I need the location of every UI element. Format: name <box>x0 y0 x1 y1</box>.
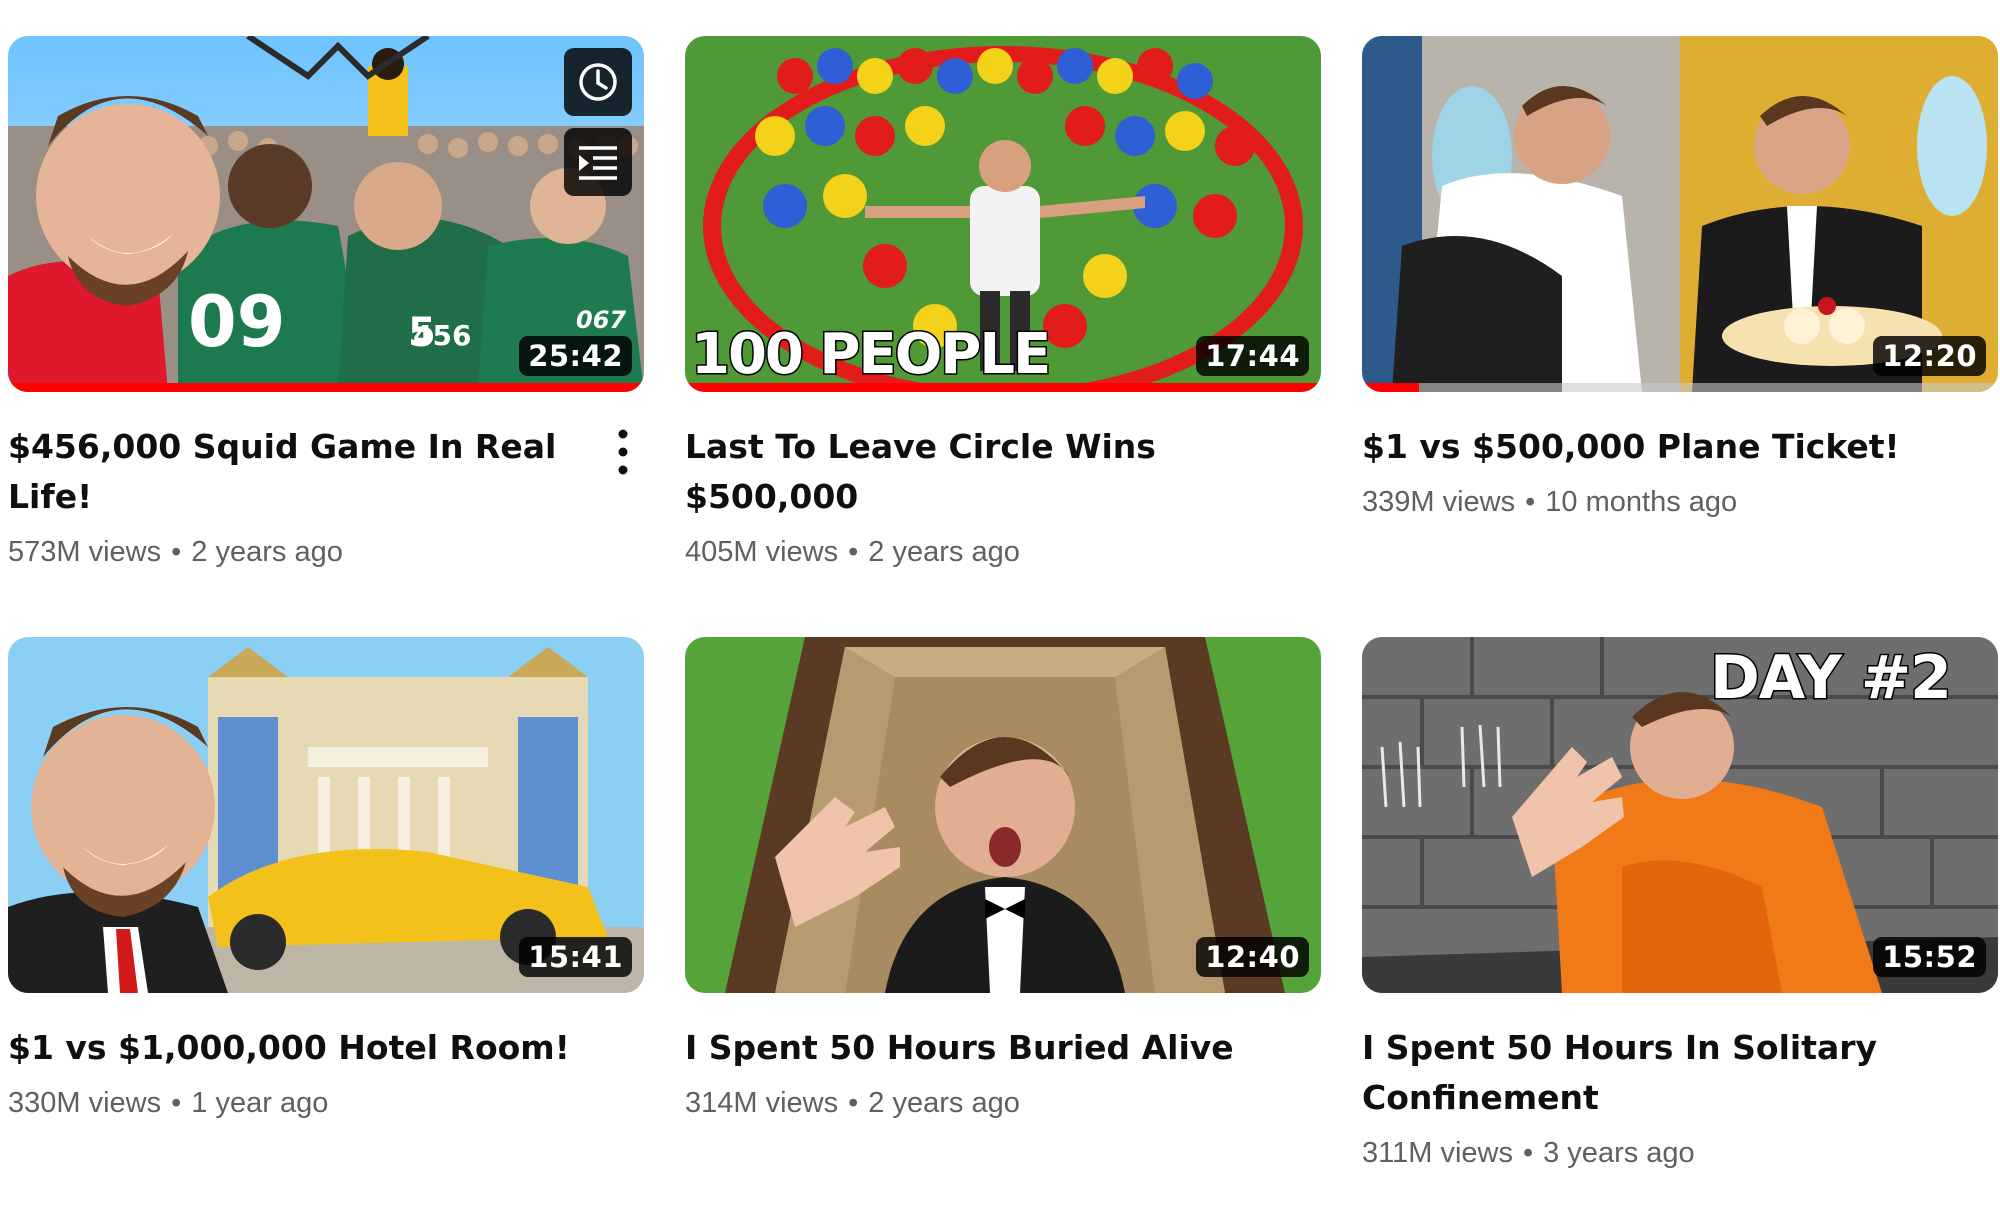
upload-age: 2 years ago <box>191 536 343 568</box>
video-duration: 15:41 <box>519 937 632 977</box>
more-actions-button[interactable] <box>608 422 638 482</box>
video-duration: 12:40 <box>1196 937 1309 977</box>
video-duration: 12:20 <box>1873 336 1986 376</box>
video-metadata: 573M views • 2 years ago <box>8 532 644 572</box>
video-title[interactable]: $456,000 Squid Game In Real Life! <box>8 422 644 522</box>
video-card[interactable]: 100 PEOPLE 17:44 Last To Leave Circle Wi… <box>685 36 1321 572</box>
video-card[interactable]: 12:20 $1 vs $500,000 Plane Ticket! 339M … <box>1362 36 1998 522</box>
view-count: 405M views <box>685 536 839 568</box>
video-title[interactable]: I Spent 50 Hours Buried Alive <box>685 1023 1321 1073</box>
watch-progress-bar <box>1362 383 1998 392</box>
watch-progress-fill <box>1362 383 1420 392</box>
add-to-queue-button[interactable] <box>564 128 632 196</box>
add-to-queue-icon <box>579 146 617 180</box>
view-count: 339M views <box>1362 486 1516 518</box>
thumbnail-label-067: 067 <box>576 306 627 334</box>
upload-age: 2 years ago <box>868 1087 1020 1119</box>
thumbnail-headline: 100 PEOPLE <box>689 321 1052 389</box>
watch-progress-bar <box>685 383 1321 392</box>
video-card[interactable]: 12:40 I Spent 50 Hours Buried Alive 314M… <box>685 637 1321 1123</box>
video-metadata: 330M views • 1 year ago <box>8 1083 644 1123</box>
video-duration: 15:52 <box>1873 937 1986 977</box>
thumbnail-headline: DAY #2 <box>1709 642 1954 715</box>
meta-separator: • <box>848 1087 859 1119</box>
video-title[interactable]: I Spent 50 Hours In Solitary Confinement <box>1362 1023 1998 1123</box>
watch-later-button[interactable] <box>564 48 632 116</box>
video-title[interactable]: $1 vs $500,000 Plane Ticket! <box>1362 422 1998 472</box>
meta-separator: • <box>1522 1137 1534 1169</box>
watch-progress-fill <box>685 383 1321 392</box>
meta-separator: • <box>848 536 859 568</box>
video-metadata: 314M views • 2 years ago <box>685 1083 1321 1123</box>
upload-age: 1 year ago <box>191 1087 329 1119</box>
view-count: 330M views <box>8 1087 162 1119</box>
more-vert-icon <box>618 429 628 475</box>
video-duration: 25:42 <box>519 336 632 376</box>
upload-age: 2 years ago <box>868 536 1020 568</box>
video-thumbnail[interactable]: 09 5 456 067 25:42 <box>8 36 644 392</box>
video-thumbnail[interactable]: 12:40 <box>685 637 1321 993</box>
video-title[interactable]: $1 vs $1,000,000 Hotel Room! <box>8 1023 644 1073</box>
thumbnail-label-456: 456 <box>413 319 472 352</box>
video-card[interactable]: DAY #2 15:52 I Spent 50 Hours In Solitar… <box>1362 637 1998 1173</box>
video-thumbnail[interactable]: DAY #2 15:52 <box>1362 637 1998 993</box>
video-metadata: 339M views • 10 months ago <box>1362 482 1998 522</box>
svg-text:09: 09 <box>188 281 285 363</box>
upload-age: 3 years ago <box>1543 1137 1695 1169</box>
watch-later-icon <box>579 63 617 101</box>
video-thumbnail[interactable]: 15:41 <box>8 637 644 993</box>
video-thumbnail[interactable]: 12:20 <box>1362 36 1998 392</box>
video-duration: 17:44 <box>1196 336 1309 376</box>
video-grid: 09 5 456 067 25:42 $456,000 Squid Game I… <box>0 0 2000 1206</box>
view-count: 314M views <box>685 1087 839 1119</box>
video-metadata: 311M views • 3 years ago <box>1362 1133 1998 1173</box>
watch-progress-fill <box>8 383 644 392</box>
video-card[interactable]: 09 5 456 067 25:42 $456,000 Squid Game I… <box>8 36 644 572</box>
video-metadata: 405M views • 2 years ago <box>685 532 1321 572</box>
meta-separator: • <box>1525 486 1536 518</box>
video-title[interactable]: Last To Leave Circle Wins $500,000 <box>685 422 1321 522</box>
meta-separator: • <box>171 536 182 568</box>
watch-progress-bar <box>8 383 644 392</box>
meta-separator: • <box>171 1087 182 1119</box>
view-count: 573M views <box>8 536 162 568</box>
video-card[interactable]: 15:41 $1 vs $1,000,000 Hotel Room! 330M … <box>8 637 644 1123</box>
upload-age: 10 months ago <box>1545 486 1738 518</box>
view-count: 311M views <box>1362 1137 1513 1169</box>
video-thumbnail[interactable]: 100 PEOPLE 17:44 <box>685 36 1321 392</box>
